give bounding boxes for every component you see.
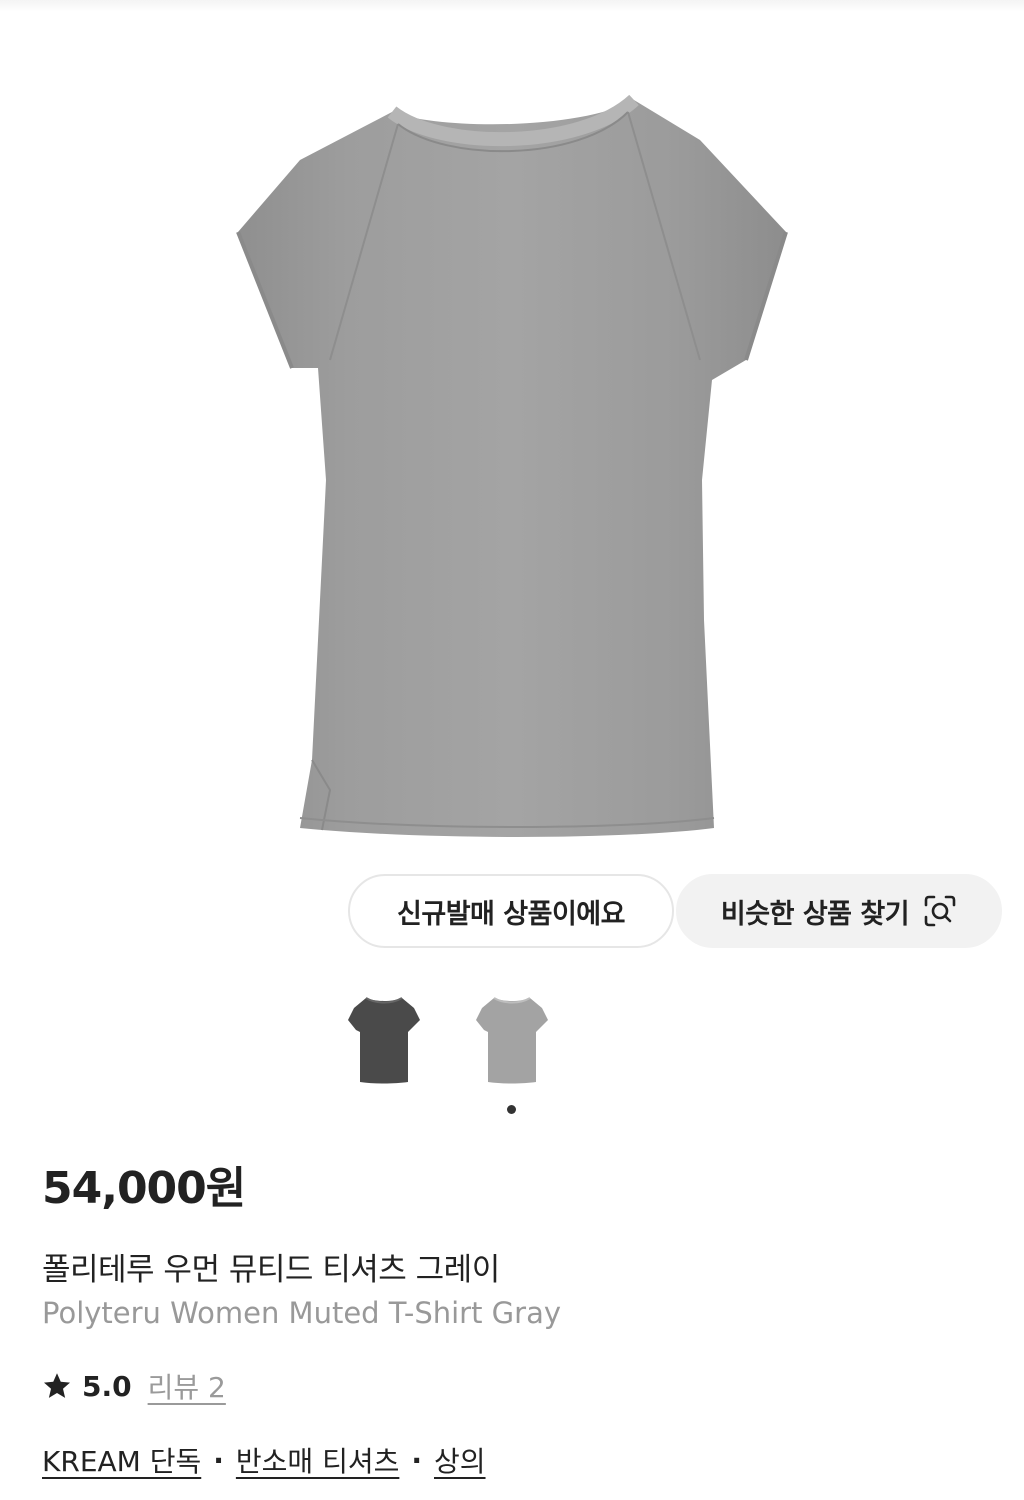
carousel-indicator-dot: [507, 1105, 516, 1114]
rating-row: 5.0 리뷰 2: [42, 1366, 226, 1406]
product-image[interactable]: [0, 0, 1024, 860]
tag-short-sleeve-tshirt[interactable]: 반소매 티셔츠: [236, 1440, 399, 1480]
image-search-lens-icon: [923, 894, 957, 928]
find-similar-label: 비슷한 상품 찾기: [720, 898, 910, 930]
rating-score: 5.0: [82, 1369, 132, 1403]
tag-kream-exclusive[interactable]: KREAM 단독: [42, 1440, 201, 1480]
star-icon: [42, 1371, 72, 1401]
product-name-korean: 폴리테루 우먼 뮤티드 티셔츠 그레이: [42, 1252, 500, 1288]
tag-separator: ·: [411, 1443, 422, 1477]
find-similar-button[interactable]: 비슷한 상품 찾기: [676, 874, 1002, 948]
thumbnail-gray[interactable]: [472, 990, 552, 1090]
tag-separator: ·: [213, 1443, 224, 1477]
new-release-label: 신규발매 상품이에요: [397, 898, 625, 930]
review-count-link[interactable]: 리뷰 2: [148, 1366, 226, 1406]
new-release-badge: 신규발매 상품이에요: [348, 874, 674, 948]
product-price: 54,000원: [42, 1163, 246, 1214]
tag-tops[interactable]: 상의: [434, 1440, 486, 1480]
product-name-english: Polyteru Women Muted T-Shirt Gray: [42, 1296, 561, 1330]
thumbnail-charcoal[interactable]: [344, 990, 424, 1090]
tshirt-image: [236, 94, 788, 837]
category-tags: KREAM 단독 · 반소매 티셔츠 · 상의: [42, 1440, 486, 1480]
